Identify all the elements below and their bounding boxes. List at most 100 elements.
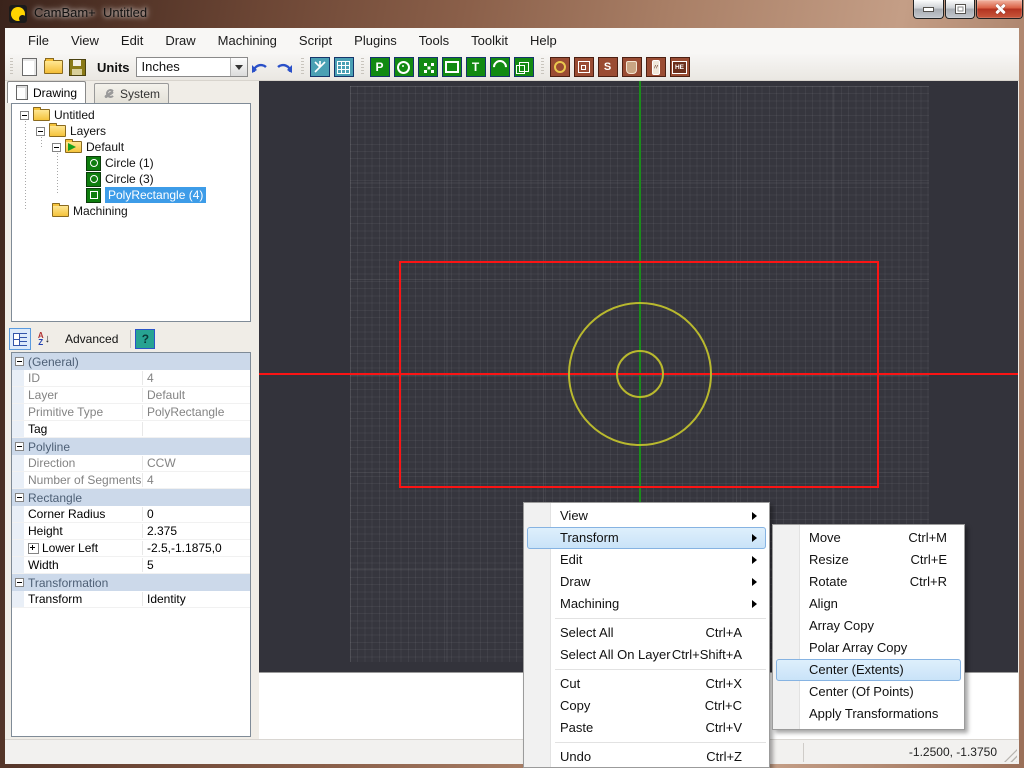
menu-item-machining[interactable]: Machining xyxy=(527,593,766,615)
draw-circle-button[interactable] xyxy=(393,56,415,78)
property-category[interactable]: Transformation xyxy=(12,574,250,591)
property-row[interactable]: Width5 xyxy=(12,557,250,574)
menu-item-cut[interactable]: CutCtrl+X xyxy=(527,673,766,695)
tree-node-untitled[interactable]: Untitled xyxy=(12,107,250,123)
menu-script[interactable]: Script xyxy=(288,28,343,54)
submenu-item-center-of-points[interactable]: Center (Of Points) xyxy=(776,681,961,703)
alphabetical-view-button[interactable]: AZ ↓ xyxy=(33,328,55,350)
help-button[interactable]: ? xyxy=(135,329,155,349)
inner-circle-shape[interactable] xyxy=(616,350,664,398)
collapse-icon[interactable] xyxy=(52,143,61,152)
circle-icon xyxy=(394,57,414,77)
property-row[interactable]: TransformIdentity xyxy=(12,591,250,608)
draw-rectangle-button[interactable] xyxy=(441,56,463,78)
tree-node-machining[interactable]: Machining xyxy=(12,203,250,219)
menu-item-draw[interactable]: Draw xyxy=(527,571,766,593)
mop-pocket-button[interactable] xyxy=(573,56,595,78)
property-category[interactable]: Polyline xyxy=(12,438,250,455)
menu-machining[interactable]: Machining xyxy=(207,28,288,54)
menu-item-copy[interactable]: CopyCtrl+C xyxy=(527,695,766,717)
tab-drawing[interactable]: Drawing xyxy=(7,81,86,103)
collapse-icon[interactable] xyxy=(15,442,24,451)
categorized-view-button[interactable] xyxy=(9,328,31,350)
combo-dropdown-button[interactable] xyxy=(230,58,247,76)
row-indent xyxy=(12,540,24,556)
property-row[interactable]: DirectionCCW xyxy=(12,455,250,472)
tree-node-default-layer[interactable]: Default xyxy=(12,139,250,155)
menu-help[interactable]: Help xyxy=(519,28,568,54)
redo-button[interactable] xyxy=(273,56,295,78)
property-row[interactable]: Number of Segments4 xyxy=(12,472,250,489)
menu-item-undo[interactable]: UndoCtrl+Z xyxy=(527,746,766,768)
toggle-grid-button[interactable] xyxy=(333,56,355,78)
advanced-button[interactable]: Advanced xyxy=(57,332,126,346)
property-row[interactable]: Corner Radius0 xyxy=(12,506,250,523)
minimize-button[interactable] xyxy=(913,0,944,19)
expand-icon[interactable] xyxy=(28,543,39,554)
draw-arc-button[interactable] xyxy=(489,56,511,78)
collapse-icon[interactable] xyxy=(15,493,24,502)
submenu-item-apply-transformations[interactable]: Apply Transformations xyxy=(776,703,961,725)
menu-item-select-all[interactable]: Select AllCtrl+A xyxy=(527,622,766,644)
open-file-button[interactable] xyxy=(42,56,64,78)
submenu-item-resize[interactable]: ResizeCtrl+E xyxy=(776,549,961,571)
resize-grip[interactable] xyxy=(1004,749,1017,762)
undo-button[interactable] xyxy=(249,56,271,78)
menu-view[interactable]: View xyxy=(60,28,110,54)
property-row[interactable]: LayerDefault xyxy=(12,387,250,404)
menu-plugins[interactable]: Plugins xyxy=(343,28,408,54)
property-row[interactable]: Tag xyxy=(12,421,250,438)
menu-shortcut: Ctrl+C xyxy=(705,695,766,717)
tree-label: Default xyxy=(86,140,124,154)
units-combobox[interactable]: Inches xyxy=(136,57,248,77)
restore-button[interactable] xyxy=(945,0,975,19)
property-row[interactable]: Primitive TypePolyRectangle xyxy=(12,404,250,421)
tree-node-layers[interactable]: Layers xyxy=(12,123,250,139)
tree-node-circle-3[interactable]: Circle (3) xyxy=(12,171,250,187)
menu-edit[interactable]: Edit xyxy=(110,28,154,54)
tab-system[interactable]: System xyxy=(94,83,169,103)
collapse-icon[interactable] xyxy=(20,111,29,120)
submenu-item-center-extents[interactable]: Center (Extents) xyxy=(776,659,961,681)
draw-surface-button[interactable] xyxy=(513,56,535,78)
menu-tools[interactable]: Tools xyxy=(408,28,460,54)
draw-polyline-button[interactable]: P xyxy=(369,56,391,78)
submenu-item-rotate[interactable]: RotateCtrl+R xyxy=(776,571,961,593)
close-button[interactable] xyxy=(976,0,1023,19)
toggle-axes-button[interactable] xyxy=(309,56,331,78)
tree-node-polyrectangle[interactable]: PolyRectangle (4) xyxy=(12,187,250,203)
property-row[interactable]: Lower Left-2.5,-1.1875,0 xyxy=(12,540,250,557)
submenu-item-move[interactable]: MoveCtrl+M xyxy=(776,527,961,549)
mop-3d-profile-button[interactable] xyxy=(621,56,643,78)
draw-text-button[interactable]: T xyxy=(465,56,487,78)
collapse-icon[interactable] xyxy=(15,578,24,587)
mop-profile-button[interactable]: S xyxy=(597,56,619,78)
collapse-icon[interactable] xyxy=(36,127,45,136)
menu-item-select-all-on-layer[interactable]: Select All On LayerCtrl+Shift+A xyxy=(527,644,766,666)
mop-engrave-button[interactable]: 〃 xyxy=(645,56,667,78)
property-row[interactable]: ID4 xyxy=(12,370,250,387)
menu-item-edit[interactable]: Edit xyxy=(527,549,766,571)
draw-points-button[interactable] xyxy=(417,56,439,78)
menu-toolkit[interactable]: Toolkit xyxy=(460,28,519,54)
property-category[interactable]: Rectangle xyxy=(12,489,250,506)
submenu-item-polar-array-copy[interactable]: Polar Array Copy xyxy=(776,637,961,659)
menu-file[interactable]: File xyxy=(17,28,60,54)
mop-heightmap-button[interactable]: HE xyxy=(669,56,691,78)
submenu-item-array-copy[interactable]: Array Copy xyxy=(776,615,961,637)
property-row[interactable]: Height2.375 xyxy=(12,523,250,540)
cambam-window: CamBam+ Untitled File View Edit Draw Mac… xyxy=(0,0,1024,768)
mop-drill-button[interactable] xyxy=(549,56,571,78)
property-category[interactable]: (General) xyxy=(12,353,250,370)
save-file-button[interactable] xyxy=(66,56,88,78)
menu-item-paste[interactable]: PasteCtrl+V xyxy=(527,717,766,739)
new-file-button[interactable] xyxy=(18,56,40,78)
title-bar[interactable]: CamBam+ Untitled xyxy=(0,0,1024,28)
tree-node-circle-1[interactable]: Circle (1) xyxy=(12,155,250,171)
submenu-item-align[interactable]: Align xyxy=(776,593,961,615)
menu-item-view[interactable]: View xyxy=(527,505,766,527)
collapse-icon[interactable] xyxy=(15,357,24,366)
menu-item-transform[interactable]: Transform xyxy=(527,527,766,549)
menu-draw[interactable]: Draw xyxy=(154,28,206,54)
side-tabstrip: Drawing System xyxy=(5,81,257,103)
